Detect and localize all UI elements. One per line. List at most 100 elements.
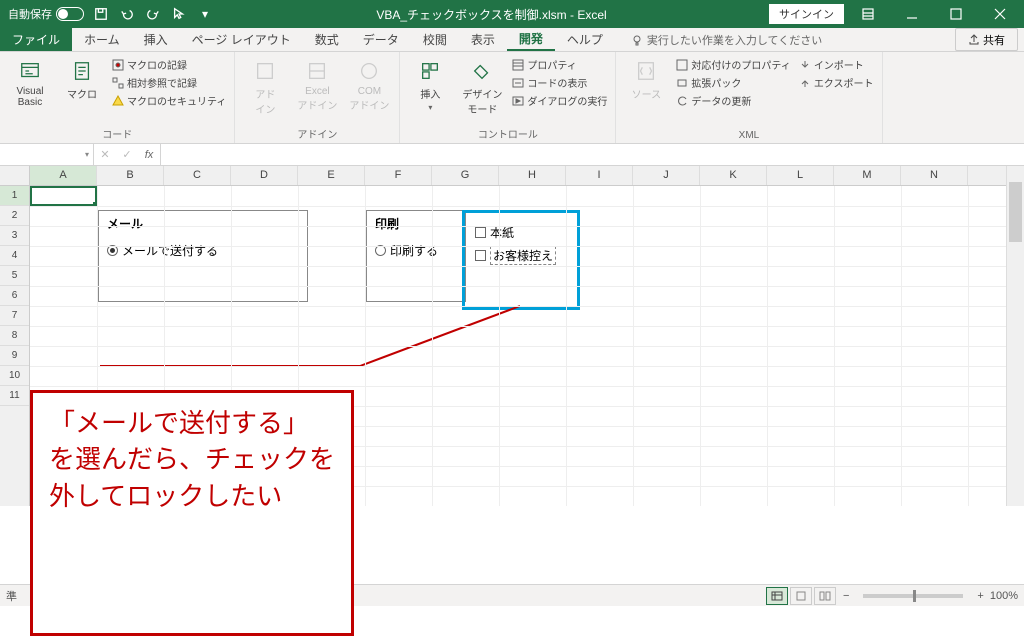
row-header-11[interactable]: 11 [0,386,29,406]
row-header-8[interactable]: 8 [0,326,29,346]
insert-control-button[interactable]: 挿入▾ [406,56,454,114]
vertical-scrollbar[interactable] [1006,166,1024,506]
ribbon-options-icon[interactable] [848,0,888,28]
undo-icon[interactable] [118,5,136,23]
column-header-G[interactable]: G [432,166,499,185]
xml-source-button[interactable]: ソース [622,56,670,103]
tab-developer[interactable]: 開発 [507,28,555,51]
insert-control-label: 挿入 [420,86,440,101]
xml-export-button[interactable]: エクスポート [797,74,876,91]
save-icon[interactable] [92,5,110,23]
macro-security-button[interactable]: マクロのセキュリティ [110,92,228,109]
radio-mail-send[interactable]: メールで送付する [107,242,299,259]
zoom-slider[interactable] [863,594,963,598]
record-macro-label: マクロの記録 [127,57,187,72]
row-header-9[interactable]: 9 [0,346,29,366]
run-dialog-label: ダイアログの実行 [527,93,607,108]
view-pagelayout-icon[interactable] [790,587,812,605]
tab-help[interactable]: ヘルプ [555,28,615,51]
row-header-2[interactable]: 2 [0,206,29,226]
com-addins-button[interactable]: COM アドイン [345,56,393,114]
macro-security-label: マクロのセキュリティ [127,93,226,108]
row-header-6[interactable]: 6 [0,286,29,306]
expansion-pack-label: 拡張パック [691,75,741,90]
refresh-data-button[interactable]: データの更新 [674,92,792,109]
column-header-M[interactable]: M [834,166,901,185]
relative-ref-label: 相対参照で記録 [127,75,197,90]
row-header-4[interactable]: 4 [0,246,29,266]
zoom-out-button[interactable]: − [843,590,849,602]
row-header-7[interactable]: 7 [0,306,29,326]
tab-file[interactable]: ファイル [0,28,72,51]
tellme-placeholder: 実行したい作業を入力してください [647,32,822,48]
map-properties-button[interactable]: 対応付けのプロパティ [674,56,792,73]
maximize-icon[interactable] [936,0,976,28]
view-code-button[interactable]: コードの表示 [510,74,609,91]
formula-input[interactable] [161,144,1024,165]
design-mode-button[interactable]: デザイン モード [458,56,506,118]
select-all-corner[interactable] [0,166,30,186]
column-header-L[interactable]: L [767,166,834,185]
share-button[interactable]: 共有 [955,28,1018,51]
fx-button[interactable]: fx [138,149,160,161]
row-header-10[interactable]: 10 [0,366,29,386]
column-header-E[interactable]: E [298,166,365,185]
map-properties-label: 対応付けのプロパティ [691,57,790,72]
addins-label: アド イン [255,86,275,116]
view-pagebreak-icon[interactable] [814,587,836,605]
excel-addins-button[interactable]: Excel アドイン [293,56,341,114]
signin-button[interactable]: サインイン [769,4,844,24]
zoom-level[interactable]: 100% [990,590,1018,602]
tab-pagelayout[interactable]: ページ レイアウト [180,28,303,51]
row-header-1[interactable]: 1 [0,186,29,206]
redo-icon[interactable] [144,5,162,23]
tab-view[interactable]: 表示 [459,28,507,51]
column-header-J[interactable]: J [633,166,700,185]
zoom-in-button[interactable]: + [977,590,983,602]
xml-import-label: インポート [814,57,864,72]
column-header-I[interactable]: I [566,166,633,185]
relative-ref-button[interactable]: 相対参照で記録 [110,74,228,91]
column-header-N[interactable]: N [901,166,968,185]
column-header-D[interactable]: D [231,166,298,185]
enter-formula-icon[interactable]: ✓ [116,148,138,161]
macros-button[interactable]: マクロ [58,56,106,103]
checkbox-highlight-box: 本紙 お客様控え [462,210,580,310]
row-header-5[interactable]: 5 [0,266,29,286]
record-macro-button[interactable]: マクロの記録 [110,56,228,73]
qat-dropdown-icon[interactable]: ▾ [196,5,214,23]
column-header-K[interactable]: K [700,166,767,185]
properties-button[interactable]: プロパティ [510,56,609,73]
tellme-search[interactable]: 実行したい作業を入力してください [615,28,822,51]
pointer-icon[interactable] [170,5,188,23]
tab-review[interactable]: 校閲 [411,28,459,51]
column-header-A[interactable]: A [30,166,97,185]
expansion-pack-button[interactable]: 拡張パック [674,74,792,91]
tab-data[interactable]: データ [351,28,411,51]
column-header-B[interactable]: B [97,166,164,185]
callout-line2: を選んだら、チェックを [49,441,335,477]
name-box[interactable]: ▾ [0,144,94,165]
radio-print[interactable]: 印刷する [375,242,457,259]
xml-import-button[interactable]: インポート [797,56,876,73]
print-groupbox: 印刷 印刷する [366,210,466,302]
minimize-icon[interactable] [892,0,932,28]
column-header-C[interactable]: C [164,166,231,185]
tab-formulas[interactable]: 数式 [303,28,351,51]
view-normal-icon[interactable] [766,587,788,605]
row-header-3[interactable]: 3 [0,226,29,246]
run-dialog-button[interactable]: ダイアログの実行 [510,92,609,109]
autosave-toggle[interactable] [56,7,84,21]
mail-groupbox: メール メールで送付する [98,210,308,302]
column-header-H[interactable]: H [499,166,566,185]
tab-home[interactable]: ホーム [72,28,132,51]
column-header-F[interactable]: F [365,166,432,185]
tab-insert[interactable]: 挿入 [132,28,180,51]
checkbox-customer-copy[interactable]: お客様控え [475,246,567,265]
close-icon[interactable] [980,0,1020,28]
visual-basic-button[interactable]: Visual Basic [6,56,54,110]
checkbox-icon [475,250,486,261]
macros-label: マクロ [67,86,97,101]
cancel-formula-icon[interactable]: ✕ [94,148,116,161]
addins-button[interactable]: アド イン [241,56,289,118]
